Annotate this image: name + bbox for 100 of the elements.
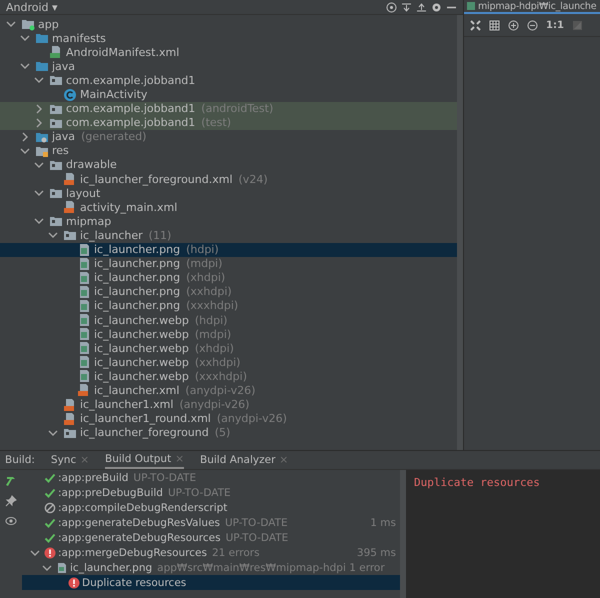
tree-item[interactable]: ic_launcher1.xml (anydpi-v26) bbox=[0, 398, 457, 412]
folder-icon bbox=[35, 59, 49, 74]
item-qualifier: (hdpi) bbox=[186, 243, 219, 256]
xml-file-icon bbox=[63, 398, 77, 412]
tree-item[interactable]: manifests bbox=[0, 31, 457, 46]
build-item[interactable]: :app:generateDebugResValues UP-TO-DATE 1 ms bbox=[22, 515, 400, 530]
pin-icon[interactable] bbox=[5, 495, 17, 507]
item-name: com.example.jobband1 bbox=[66, 74, 196, 87]
build-item[interactable]: :app:preDebugBuild UP-TO-DATE bbox=[22, 485, 400, 500]
settings-icon[interactable] bbox=[431, 2, 442, 12]
item-qualifier: (xhdpi) bbox=[186, 271, 226, 284]
checkmark-icon bbox=[44, 472, 56, 484]
tree-item[interactable]: activity_main.xml bbox=[0, 200, 457, 214]
tree-item[interactable]: java (generated) bbox=[0, 130, 457, 144]
item-name: com.example.jobband1 bbox=[66, 116, 196, 130]
module-folder-icon bbox=[21, 17, 35, 32]
tree-item[interactable]: java bbox=[0, 59, 457, 74]
item-name: java bbox=[52, 130, 76, 144]
task-detail: UP-TO-DATE bbox=[168, 486, 231, 498]
tree-item[interactable]: ic_launcher.png (xxxhdpi) bbox=[0, 298, 457, 313]
image-file-icon bbox=[77, 327, 91, 342]
tree-item[interactable]: ic_launcher.webp (xhdpi) bbox=[0, 341, 457, 356]
tree-item[interactable]: MainActivity bbox=[0, 87, 457, 102]
expand-all-icon[interactable] bbox=[416, 2, 427, 12]
tree-item[interactable]: drawable bbox=[0, 158, 457, 172]
build-item[interactable]: ic_launcher.png app₩src₩main₩res₩mipmap-hdpi 1 error bbox=[22, 560, 400, 575]
task-name: :app:generateDebugResValues bbox=[58, 516, 220, 528]
view-selector[interactable]: Android ▾ bbox=[6, 0, 58, 14]
item-name: ic_launcher.webp bbox=[94, 356, 189, 369]
actual-size-button[interactable]: 1:1 bbox=[546, 20, 564, 30]
item-qualifier: (mdpi) bbox=[186, 257, 222, 270]
folder-icon bbox=[35, 31, 49, 46]
grid-icon[interactable] bbox=[489, 20, 500, 30]
tab[interactable]: Sync × bbox=[50, 451, 90, 469]
target-icon[interactable] bbox=[386, 2, 397, 12]
task-name: :app:preBuild bbox=[58, 472, 128, 484]
build-item[interactable]: Duplicate resources bbox=[22, 575, 400, 590]
item-qualifier: (anydpi-v26) bbox=[216, 412, 287, 426]
tree-item[interactable]: app bbox=[0, 17, 457, 32]
build-label: Build: bbox=[5, 454, 35, 466]
item-qualifier: (v24) bbox=[238, 172, 268, 186]
item-name: mipmap bbox=[66, 214, 112, 228]
checkmark-icon bbox=[44, 486, 56, 498]
tree-item[interactable]: AndroidManifest.xml bbox=[0, 45, 457, 60]
tree-item[interactable]: ic_launcher.webp (mdpi) bbox=[0, 327, 457, 342]
background-toggle-icon[interactable] bbox=[572, 20, 583, 30]
tree-item[interactable]: ic_launcher.png (mdpi) bbox=[0, 256, 457, 271]
task-name: ic_launcher.png bbox=[70, 562, 152, 574]
tree-item[interactable]: ic_launcher.webp (hdpi) bbox=[0, 312, 457, 328]
tree-item[interactable]: layout bbox=[0, 186, 457, 200]
task-detail: UP-TO-DATE bbox=[226, 532, 288, 544]
item-qualifier: (11) bbox=[148, 228, 172, 242]
item-name: java bbox=[52, 60, 76, 73]
build-item[interactable]: :app:preBuild UP-TO-DATE bbox=[22, 470, 400, 485]
tree-item[interactable]: ic_launcher1_round.xml (anydpi-v26) bbox=[0, 412, 457, 426]
item-name: com.example.jobband1 bbox=[66, 102, 196, 116]
item-name: ic_launcher1_round.xml bbox=[80, 412, 211, 426]
item-name: res bbox=[52, 144, 69, 158]
tree-item[interactable]: com.example.jobband1 bbox=[0, 73, 457, 88]
item-name: app bbox=[38, 18, 59, 31]
tree-item[interactable]: ic_launcher.png (xhdpi) bbox=[0, 270, 457, 285]
collapse-all-icon[interactable] bbox=[401, 2, 412, 12]
item-qualifier: (xxhdpi) bbox=[186, 285, 232, 298]
tree-item[interactable]: ic_launcher.png (xxhdpi) bbox=[0, 284, 457, 299]
item-name: ic_launcher.png bbox=[94, 243, 180, 256]
tab[interactable]: Build Output × bbox=[105, 451, 184, 469]
task-time: 395 ms bbox=[356, 546, 396, 558]
tree-item[interactable]: ic_launcher_foreground (5) bbox=[0, 426, 457, 440]
tree-item[interactable]: res bbox=[0, 144, 457, 158]
item-qualifier: (anydpi-v26) bbox=[185, 384, 256, 397]
zoom-in-icon[interactable] bbox=[508, 20, 519, 30]
item-name: ic_launcher.png bbox=[94, 257, 180, 270]
editor-tab[interactable]: mipmap-hdpi₩ic_launche bbox=[464, 0, 600, 14]
item-name: ic_launcher_foreground bbox=[80, 426, 209, 440]
item-name: ic_launcher bbox=[80, 228, 143, 242]
tree-item[interactable]: ic_launcher.webp (xxhdpi) bbox=[0, 355, 457, 370]
image-file-icon bbox=[77, 284, 91, 299]
item-name: ic_launcher.webp bbox=[94, 314, 189, 327]
build-item[interactable]: :app:generateDebugResources UP-TO-DATE bbox=[22, 530, 400, 545]
build-item[interactable]: :app:mergeDebugResources 21 errors 395 ms bbox=[22, 545, 400, 560]
tree-item[interactable]: ic_launcher.webp (xxxhdpi) bbox=[0, 369, 457, 384]
tree-item[interactable]: ic_launcher.xml (anydpi-v26) bbox=[0, 383, 457, 398]
image-file-icon bbox=[77, 298, 91, 313]
item-qualifier: (mdpi) bbox=[194, 328, 232, 341]
tree-item[interactable]: mipmap bbox=[0, 214, 457, 228]
zoom-out-icon[interactable] bbox=[527, 20, 538, 30]
tab[interactable]: Build Analyzer × bbox=[200, 451, 288, 469]
hammer-icon[interactable] bbox=[5, 475, 17, 487]
item-name: ic_launcher.png bbox=[94, 299, 180, 312]
image-file-icon bbox=[77, 355, 91, 370]
build-item[interactable]: :app:compileDebugRenderscript bbox=[22, 500, 400, 515]
fit-screen-icon[interactable] bbox=[470, 20, 481, 30]
tree-item[interactable]: ic_launcher_foreground.xml (v24) bbox=[0, 172, 457, 186]
error-icon bbox=[44, 546, 56, 558]
xml-file-icon bbox=[77, 383, 91, 398]
tree-item[interactable]: ic_launcher.png (hdpi) bbox=[0, 242, 457, 257]
item-qualifier: (hdpi) bbox=[194, 314, 228, 327]
error-icon bbox=[68, 576, 80, 588]
tree-item[interactable]: ic_launcher (11) bbox=[0, 228, 457, 242]
eye-icon[interactable] bbox=[5, 515, 17, 527]
